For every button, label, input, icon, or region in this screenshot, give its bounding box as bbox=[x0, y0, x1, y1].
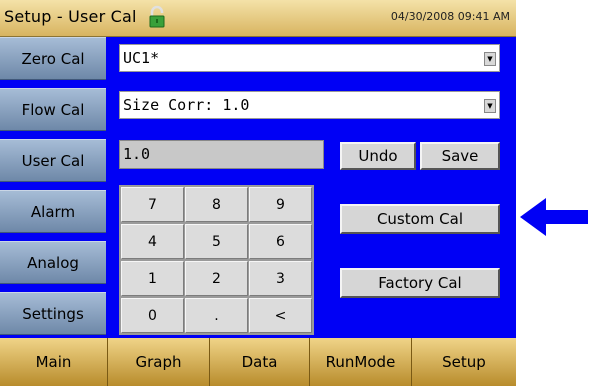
lock-icon bbox=[149, 5, 165, 28]
save-button[interactable]: Save bbox=[420, 142, 500, 170]
user-cal-select[interactable]: UC1* ▼ bbox=[119, 44, 500, 72]
size-corr-select[interactable]: Size Corr: 1.0 ▼ bbox=[119, 91, 500, 119]
keypad-key-decimal[interactable]: . bbox=[185, 298, 248, 333]
sidebar-item-label: Flow Cal bbox=[21, 100, 85, 119]
page-title: Setup - User Cal bbox=[4, 7, 137, 26]
custom-cal-button[interactable]: Custom Cal bbox=[340, 204, 500, 234]
tab-runmode[interactable]: RunMode bbox=[309, 338, 411, 386]
chevron-down-icon[interactable]: ▼ bbox=[484, 99, 496, 113]
keypad-key-3[interactable]: 3 bbox=[249, 261, 312, 296]
sidebar-item-flow-cal[interactable]: Flow Cal bbox=[0, 88, 106, 131]
datetime-display: 04/30/2008 09:41 AM bbox=[390, 10, 510, 23]
sidebar-item-label: User Cal bbox=[21, 151, 85, 170]
tab-data[interactable]: Data bbox=[209, 338, 309, 386]
sidebar-item-zero-cal[interactable]: Zero Cal bbox=[0, 37, 106, 80]
tab-main[interactable]: Main bbox=[0, 338, 107, 386]
tab-setup[interactable]: Setup bbox=[411, 338, 516, 386]
device-screen: Setup - User Cal 04/30/2008 09:41 AM Zer… bbox=[0, 0, 516, 386]
size-corr-select-value: Size Corr: 1.0 bbox=[123, 96, 250, 114]
sidebar-item-label: Analog bbox=[27, 253, 79, 272]
keypad-key-1[interactable]: 1 bbox=[121, 261, 184, 296]
chevron-down-icon[interactable]: ▼ bbox=[484, 52, 496, 66]
cal-value-field[interactable]: 1.0 bbox=[119, 140, 324, 169]
numeric-keypad: 7 8 9 4 5 6 1 2 3 0 . < bbox=[119, 185, 314, 335]
keypad-key-5[interactable]: 5 bbox=[185, 224, 248, 259]
keypad-key-2[interactable]: 2 bbox=[185, 261, 248, 296]
sidebar-item-alarm[interactable]: Alarm bbox=[0, 190, 106, 233]
arrow-left-icon bbox=[520, 198, 588, 236]
sidebar-item-label: Zero Cal bbox=[21, 49, 85, 68]
keypad-key-8[interactable]: 8 bbox=[185, 187, 248, 222]
undo-button[interactable]: Undo bbox=[340, 142, 416, 170]
sidebar-item-settings[interactable]: Settings bbox=[0, 292, 106, 335]
sidebar-item-user-cal[interactable]: User Cal bbox=[0, 139, 106, 182]
keypad-key-7[interactable]: 7 bbox=[121, 187, 184, 222]
title-bar: Setup - User Cal 04/30/2008 09:41 AM bbox=[0, 0, 516, 37]
keypad-key-0[interactable]: 0 bbox=[121, 298, 184, 333]
sidebar-item-label: Alarm bbox=[30, 202, 76, 221]
keypad-key-backspace[interactable]: < bbox=[249, 298, 312, 333]
bottom-tab-bar: Main Graph Data RunMode Setup bbox=[0, 338, 516, 386]
keypad-key-9[interactable]: 9 bbox=[249, 187, 312, 222]
factory-cal-button[interactable]: Factory Cal bbox=[340, 268, 500, 298]
user-cal-select-value: UC1* bbox=[123, 49, 160, 67]
tab-graph[interactable]: Graph bbox=[107, 338, 209, 386]
keypad-key-4[interactable]: 4 bbox=[121, 224, 184, 259]
sidebar-item-analog[interactable]: Analog bbox=[0, 241, 106, 284]
cal-value-text: 1.0 bbox=[123, 145, 151, 163]
keypad-key-6[interactable]: 6 bbox=[249, 224, 312, 259]
sidebar-item-label: Settings bbox=[22, 304, 84, 323]
